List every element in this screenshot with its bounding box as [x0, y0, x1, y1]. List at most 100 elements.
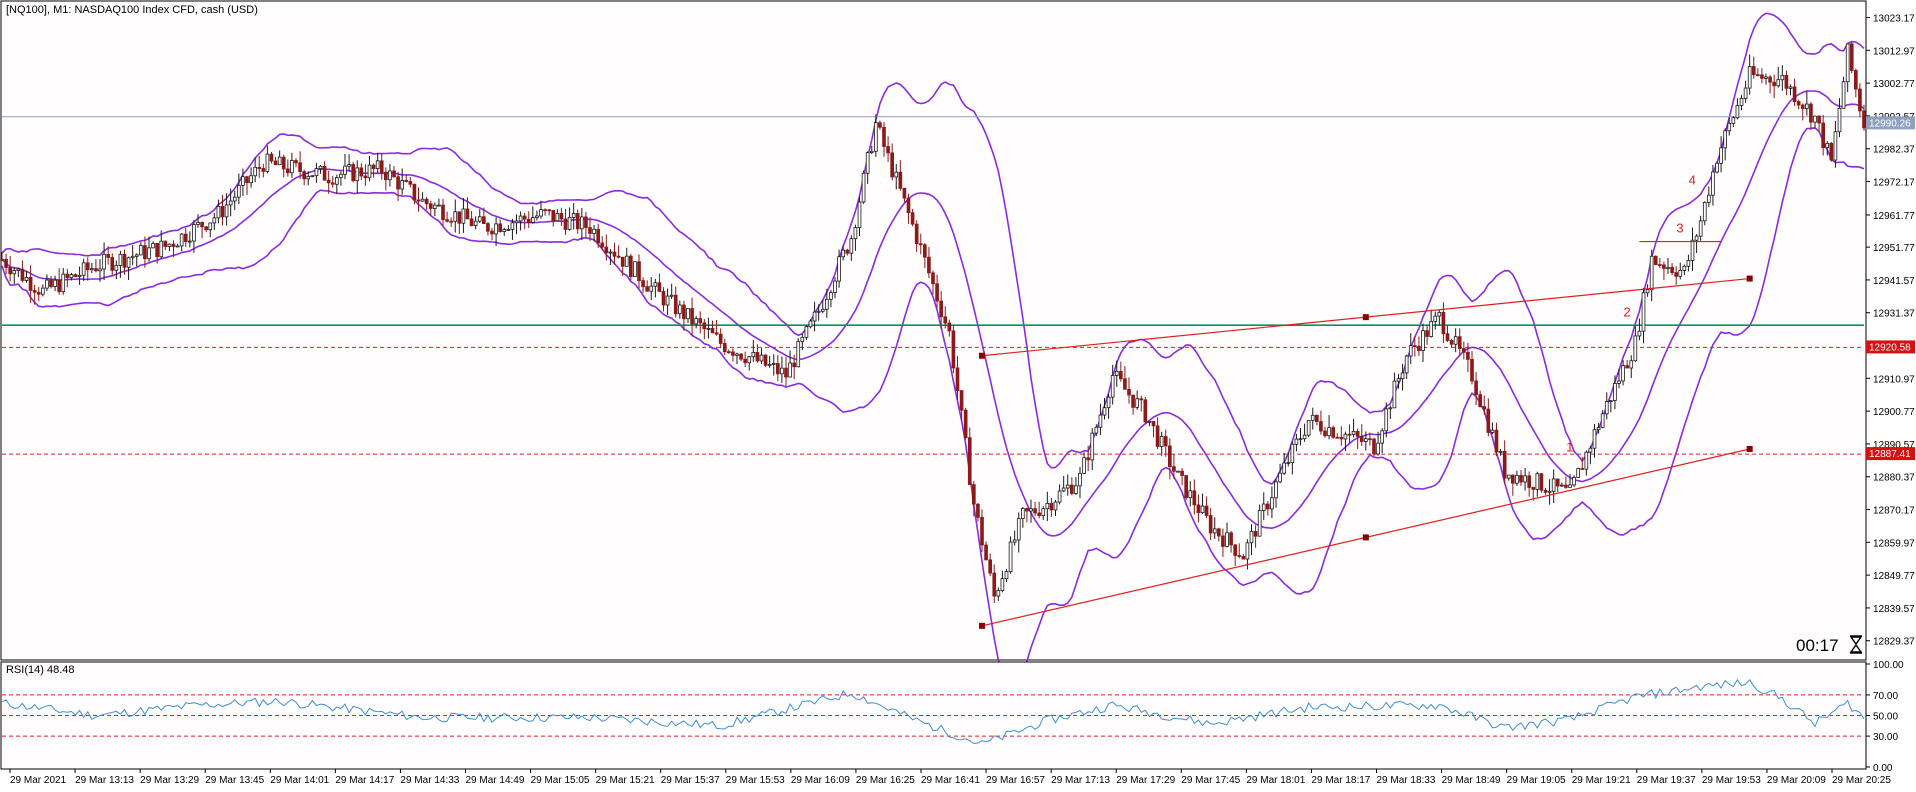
- time-tick-label: 29 Mar 18:49: [1442, 775, 1501, 786]
- candle-body: [1702, 201, 1707, 222]
- candle-body: [1355, 430, 1360, 437]
- candle-body: [1690, 239, 1695, 261]
- candle-body: [722, 343, 727, 353]
- candle-body: [918, 243, 923, 246]
- price-tick-label: 12982.37: [1873, 145, 1915, 156]
- candle-body: [1462, 348, 1466, 353]
- candle-body: [751, 351, 756, 358]
- wave-label-3: 3: [1676, 221, 1683, 236]
- trendline-anchor-handle[interactable]: [979, 352, 985, 359]
- candle-body: [861, 172, 866, 203]
- candle-body: [1074, 485, 1078, 494]
- candle-body: [122, 253, 127, 268]
- candle-body: [1707, 194, 1711, 203]
- candle-body: [620, 256, 625, 267]
- candle-body: [151, 243, 155, 249]
- candle-body: [36, 291, 41, 295]
- price-tick-label: 12931.37: [1873, 309, 1915, 320]
- price-tick-label: 12951.77: [1873, 243, 1915, 254]
- candle-body: [1719, 147, 1723, 164]
- candle-body: [1065, 484, 1070, 489]
- candle-body: [200, 222, 204, 228]
- candle-body: [1772, 81, 1776, 87]
- candle-body: [1825, 142, 1830, 149]
- time-tick-label: 29 Mar 13:45: [205, 775, 264, 786]
- price-tick-label: 13002.77: [1873, 79, 1915, 90]
- candle-body: [1384, 408, 1389, 432]
- candle-body: [963, 409, 968, 439]
- candle-body: [947, 322, 952, 332]
- candle-body: [1715, 162, 1719, 173]
- candle-body: [1776, 79, 1781, 87]
- candle-body: [1245, 542, 1250, 560]
- candle-body: [1490, 429, 1495, 433]
- candle-body: [220, 206, 225, 218]
- candle-body: [967, 437, 972, 485]
- trendline-anchor-handle[interactable]: [1746, 445, 1753, 452]
- candle-body: [1433, 315, 1438, 322]
- price-tick-label: 12859.97: [1873, 538, 1915, 549]
- candle-body: [1474, 380, 1478, 396]
- candle-body: [1368, 438, 1372, 441]
- price-tick-label: 12870.17: [1873, 506, 1915, 517]
- candle-body: [134, 254, 139, 257]
- candle-body: [629, 255, 633, 277]
- trendline-anchor-handle[interactable]: [1746, 275, 1753, 282]
- time-tick-label: 29 Mar 16:41: [921, 775, 980, 786]
- candle-body: [1212, 528, 1217, 534]
- candle-body: [1429, 321, 1433, 337]
- candle-body: [1163, 436, 1168, 447]
- price-tick-label: 12961.77: [1873, 211, 1915, 222]
- candle-body: [575, 213, 580, 230]
- candle-body: [1817, 115, 1821, 124]
- candle-body: [65, 273, 70, 278]
- candle-body: [706, 327, 711, 330]
- candle-body: [1188, 490, 1193, 499]
- candle-body: [375, 160, 380, 169]
- candle-body: [1070, 484, 1074, 494]
- candle-body: [1233, 544, 1237, 556]
- candle-body: [976, 503, 980, 518]
- candle-body: [767, 363, 772, 366]
- candle-body: [1723, 130, 1727, 149]
- candle-body: [1045, 502, 1050, 510]
- candle-body: [1008, 541, 1013, 572]
- bid-price-label: 12990.26: [1869, 118, 1911, 129]
- candle-body: [163, 240, 168, 247]
- candle-body: [147, 247, 151, 260]
- candle-body: [1359, 436, 1364, 442]
- candle-body: [1323, 430, 1327, 437]
- candle-body: [878, 122, 882, 128]
- candle-body: [865, 152, 870, 174]
- candle-body: [1596, 426, 1601, 431]
- candle-body: [81, 262, 86, 276]
- time-tick-label: 29 Mar 18:01: [1246, 775, 1305, 786]
- chart-canvas[interactable]: 1 2 3 4 [NQ100], M1: NASDAQ100 Index CFD, c…: [0, 0, 1916, 787]
- candle-body: [837, 256, 841, 282]
- candle-body: [1551, 478, 1556, 492]
- candle-body: [1621, 365, 1625, 382]
- candle-body: [392, 170, 396, 178]
- candle-body: [273, 160, 278, 166]
- candle-body: [702, 322, 707, 330]
- candle-body: [1082, 457, 1086, 474]
- trendline-anchor-handle[interactable]: [1362, 534, 1369, 541]
- candle-body: [1102, 407, 1107, 416]
- candle-body: [665, 295, 670, 306]
- candle-body: [384, 171, 388, 181]
- candle-body: [1290, 443, 1295, 463]
- candle-body: [118, 253, 123, 266]
- candle-body: [326, 179, 331, 184]
- time-tick-label: 29 Mar 13:13: [75, 775, 134, 786]
- main-chart-panel[interactable]: [0, 0, 1867, 661]
- candle-body: [294, 160, 298, 164]
- candle-body: [1306, 419, 1311, 436]
- candle-body: [1784, 74, 1789, 89]
- candle-body: [1110, 375, 1115, 398]
- candle-body: [1061, 487, 1066, 492]
- price-tick-label: 12972.17: [1873, 178, 1915, 189]
- trendline-anchor-handle[interactable]: [1362, 314, 1369, 321]
- candle-body: [1498, 451, 1503, 453]
- trendline-anchor-handle[interactable]: [979, 622, 985, 629]
- candle-body: [204, 226, 208, 231]
